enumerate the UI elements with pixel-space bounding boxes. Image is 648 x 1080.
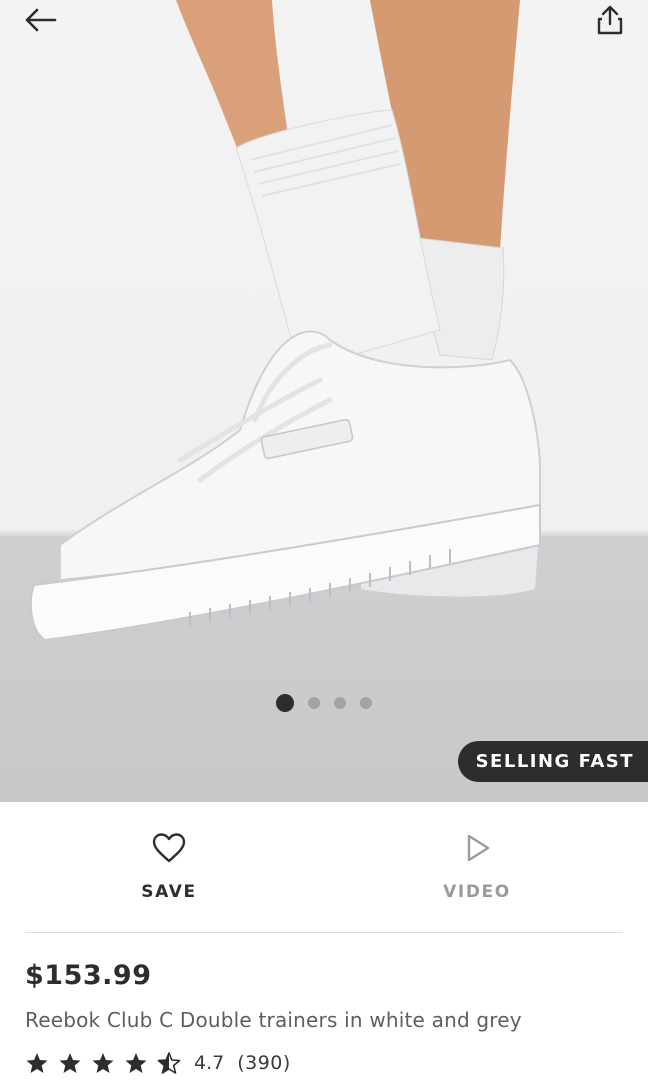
video-button[interactable]: VIDEO (387, 832, 567, 912)
divider (25, 932, 623, 933)
heart-icon (152, 833, 186, 863)
product-photo (29, 0, 542, 642)
save-label: SAVE (141, 882, 197, 902)
rating-score: 4.7 (194, 1052, 225, 1074)
share-button[interactable] (590, 0, 630, 40)
star-full-icon (92, 1052, 114, 1073)
gallery-dot[interactable] (360, 697, 372, 709)
star-full-icon (26, 1052, 48, 1073)
gallery-dot[interactable] (308, 697, 320, 709)
gallery-pagination (0, 694, 648, 712)
star-half-icon (157, 1051, 181, 1074)
product-image-gallery[interactable]: SELLING FAST (0, 0, 648, 802)
save-button[interactable]: SAVE (79, 832, 259, 912)
share-icon (597, 5, 623, 35)
back-button[interactable] (18, 0, 62, 40)
play-icon (467, 834, 490, 862)
product-price: $153.99 (25, 960, 152, 991)
product-title: Reebok Club C Double trainers in white a… (25, 1008, 522, 1032)
rating-count: (390) (237, 1052, 291, 1074)
gallery-dot[interactable] (276, 694, 294, 712)
arrow-left-icon (25, 8, 57, 32)
video-label: VIDEO (443, 882, 511, 902)
product-actions: SAVE VIDEO (0, 802, 648, 932)
star-full-icon (59, 1052, 81, 1073)
rating-stars (25, 1051, 181, 1075)
selling-fast-badge: SELLING FAST (457, 741, 648, 782)
product-rating[interactable]: 4.7 (390) (25, 1048, 291, 1078)
star-full-icon (125, 1052, 147, 1073)
gallery-dot[interactable] (334, 697, 346, 709)
